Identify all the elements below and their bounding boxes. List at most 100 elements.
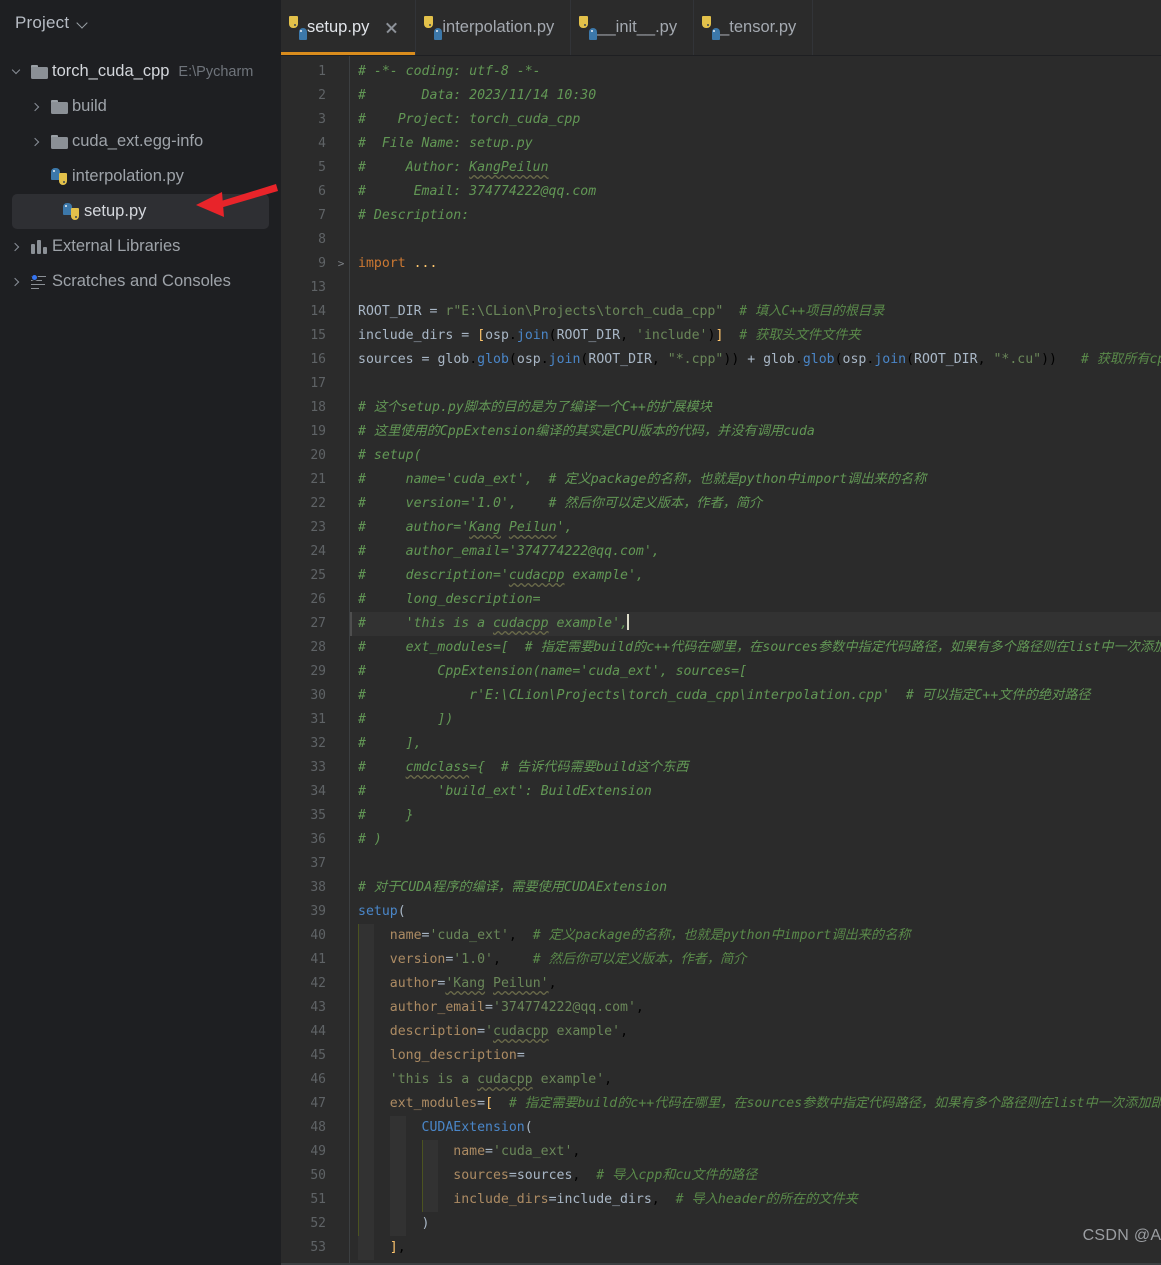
chevron-right-icon[interactable] bbox=[26, 137, 46, 146]
line-number: 26 bbox=[310, 592, 326, 607]
code-line[interactable]: # ext_modules=[ # 指定需要build的c++代码在哪里，在so… bbox=[350, 636, 1161, 660]
project-tree: torch_cuda_cpp E:\Pycharm build cuda_ext.eg… bbox=[0, 46, 281, 299]
code-line[interactable]: ) bbox=[350, 1212, 1161, 1236]
code-line[interactable]: ext_modules=[ # 指定需要build的c++代码在哪里，在sour… bbox=[350, 1092, 1161, 1116]
indent-guide bbox=[422, 1140, 438, 1212]
code-line[interactable]: ROOT_DIR = r"E:\CLion\Projects\torch_cud… bbox=[350, 300, 1161, 324]
sidebar-item-scratches-and-consoles[interactable]: Scratches and Consoles bbox=[0, 264, 281, 299]
code-line[interactable]: # 'this is a cudacpp example', bbox=[350, 612, 1161, 636]
fold-marker-icon[interactable]: > bbox=[333, 252, 349, 276]
sidebar-item-label: build bbox=[72, 97, 107, 115]
code-line[interactable]: # long_description= bbox=[350, 588, 1161, 612]
code-line[interactable]: # CppExtension(name='cuda_ext', sources=… bbox=[350, 660, 1161, 684]
code-line[interactable]: # description='cudacpp example', bbox=[350, 564, 1161, 588]
code-line[interactable]: # } bbox=[350, 804, 1161, 828]
code-line[interactable]: CUDAExtension( bbox=[350, 1116, 1161, 1140]
code-line[interactable]: sources = glob.glob(osp.join(ROOT_DIR, "… bbox=[350, 348, 1161, 372]
code-line[interactable]: # cmdclass={ # 告诉代码需要build这个东西 bbox=[350, 756, 1161, 780]
code-line[interactable]: # Project: torch_cuda_cpp bbox=[350, 108, 1161, 132]
code-line[interactable]: # setup( bbox=[350, 444, 1161, 468]
code-line[interactable]: # 这里使用的CppExtension编译的其实是CPU版本的代码，并没有调用c… bbox=[350, 420, 1161, 444]
close-icon[interactable] bbox=[384, 20, 399, 35]
code-line[interactable]: # r'E:\CLion\Projects\torch_cuda_cpp\int… bbox=[350, 684, 1161, 708]
code-fold-column[interactable]: > bbox=[333, 56, 349, 1265]
chevron-right-icon[interactable] bbox=[6, 277, 26, 286]
code-line[interactable]: # 这个setup.py脚本的目的是为了编译一个C++的扩展模块 bbox=[350, 396, 1161, 420]
code-line[interactable] bbox=[350, 372, 1161, 396]
chevron-right-icon[interactable] bbox=[6, 242, 26, 251]
code-line[interactable]: include_dirs = [osp.join(ROOT_DIR, 'incl… bbox=[350, 324, 1161, 348]
chevron-right-icon[interactable] bbox=[26, 102, 46, 111]
project-panel-header[interactable]: Project bbox=[0, 0, 281, 46]
code-line[interactable]: ], bbox=[350, 1236, 1161, 1260]
code-line[interactable]: import ... bbox=[350, 252, 1161, 276]
code-line[interactable]: # Description: bbox=[350, 204, 1161, 228]
line-number: 48 bbox=[310, 1120, 326, 1135]
code-editor[interactable]: 1 2 3 4 5 6 7 8 9 13 14 15 16 17 18 19 20 21 22 23 24 25 26 27 2… bbox=[281, 56, 1161, 1265]
tab-_tensor-py[interactable]: _tensor.py bbox=[694, 0, 814, 55]
code-line[interactable]: version='1.0', # 然后你可以定义版本，作者，简介 bbox=[350, 948, 1161, 972]
line-number: 21 bbox=[310, 472, 326, 487]
code-line[interactable]: # version='1.0', # 然后你可以定义版本，作者，简介 bbox=[350, 492, 1161, 516]
code-line[interactable]: # -*- coding: utf-8 -*- bbox=[350, 60, 1161, 84]
code-line[interactable]: author='Kang Peilun', bbox=[350, 972, 1161, 996]
code-line[interactable]: # ) bbox=[350, 828, 1161, 852]
line-number: 25 bbox=[310, 568, 326, 583]
line-number: 44 bbox=[310, 1024, 326, 1039]
tab-setup-py[interactable]: setup.py bbox=[281, 0, 417, 55]
code-line[interactable]: # author='Kang Peilun', bbox=[350, 516, 1161, 540]
code-line[interactable]: # Author: KangPeilun bbox=[350, 156, 1161, 180]
python-file-icon bbox=[58, 203, 84, 220]
tab-interpolation-py[interactable]: interpolation.py bbox=[416, 0, 572, 55]
code-line[interactable]: sources=sources, # 导入cpp和cu文件的路径 bbox=[350, 1164, 1161, 1188]
line-number: 18 bbox=[310, 400, 326, 415]
code-line[interactable]: setup( bbox=[350, 900, 1161, 924]
sidebar-item-interpolation-py[interactable]: interpolation.py bbox=[0, 159, 281, 194]
code-line[interactable] bbox=[350, 852, 1161, 876]
chevron-down-icon[interactable] bbox=[6, 65, 26, 75]
line-number: 53 bbox=[310, 1240, 326, 1255]
sidebar-item-setup-py[interactable]: setup.py bbox=[12, 194, 269, 229]
code-content[interactable]: # -*- coding: utf-8 -*- # Data: 2023/11/1… bbox=[349, 56, 1161, 1265]
code-line[interactable]: description='cudacpp example', bbox=[350, 1020, 1161, 1044]
code-line[interactable]: # 'build_ext': BuildExtension bbox=[350, 780, 1161, 804]
code-line[interactable]: include_dirs=include_dirs, # 导入header的所在… bbox=[350, 1188, 1161, 1212]
code-line[interactable]: # Email: 374774222@qq.com bbox=[350, 180, 1161, 204]
code-line[interactable]: # 对于CUDA程序的编译，需要使用CUDAExtension bbox=[350, 876, 1161, 900]
code-line[interactable]: # ], bbox=[350, 732, 1161, 756]
code-line[interactable]: # Data: 2023/11/14 10:30 bbox=[350, 84, 1161, 108]
code-line[interactable] bbox=[350, 228, 1161, 252]
indent-guide-line bbox=[358, 924, 359, 1236]
sidebar-item-build[interactable]: build bbox=[0, 89, 281, 124]
code-line[interactable]: # File Name: setup.py bbox=[350, 132, 1161, 156]
line-number: 34 bbox=[310, 784, 326, 799]
tab-__init__-py[interactable]: __init__.py bbox=[571, 0, 695, 55]
code-line[interactable]: # author_email='374774222@qq.com', bbox=[350, 540, 1161, 564]
sidebar-item-torch-cuda-cpp[interactable]: torch_cuda_cpp E:\Pycharm bbox=[0, 54, 281, 89]
editor-area: setup.py interpolation.py __init__.py _tens… bbox=[281, 0, 1161, 1265]
code-line[interactable]: author_email='374774222@qq.com', bbox=[350, 996, 1161, 1020]
code-line[interactable]: # ]) bbox=[350, 708, 1161, 732]
code-line[interactable] bbox=[350, 276, 1161, 300]
chevron-down-icon[interactable] bbox=[78, 18, 89, 29]
line-number: 31 bbox=[310, 712, 326, 727]
code-line[interactable]: long_description= bbox=[350, 1044, 1161, 1068]
code-line[interactable]: 'this is a cudacpp example', bbox=[350, 1068, 1161, 1092]
code-line[interactable]: # name='cuda_ext', # 定义package的名称，也就是pyt… bbox=[350, 468, 1161, 492]
code-line[interactable]: name='cuda_ext', bbox=[350, 1140, 1161, 1164]
sidebar-item-external-libraries[interactable]: External Libraries bbox=[0, 229, 281, 264]
code-line[interactable]: name='cuda_ext', # 定义package的名称，也就是pytho… bbox=[350, 924, 1161, 948]
tab-label: interpolation.py bbox=[442, 18, 555, 36]
sidebar-item-cuda-ext-egg-info[interactable]: cuda_ext.egg-info bbox=[0, 124, 281, 159]
